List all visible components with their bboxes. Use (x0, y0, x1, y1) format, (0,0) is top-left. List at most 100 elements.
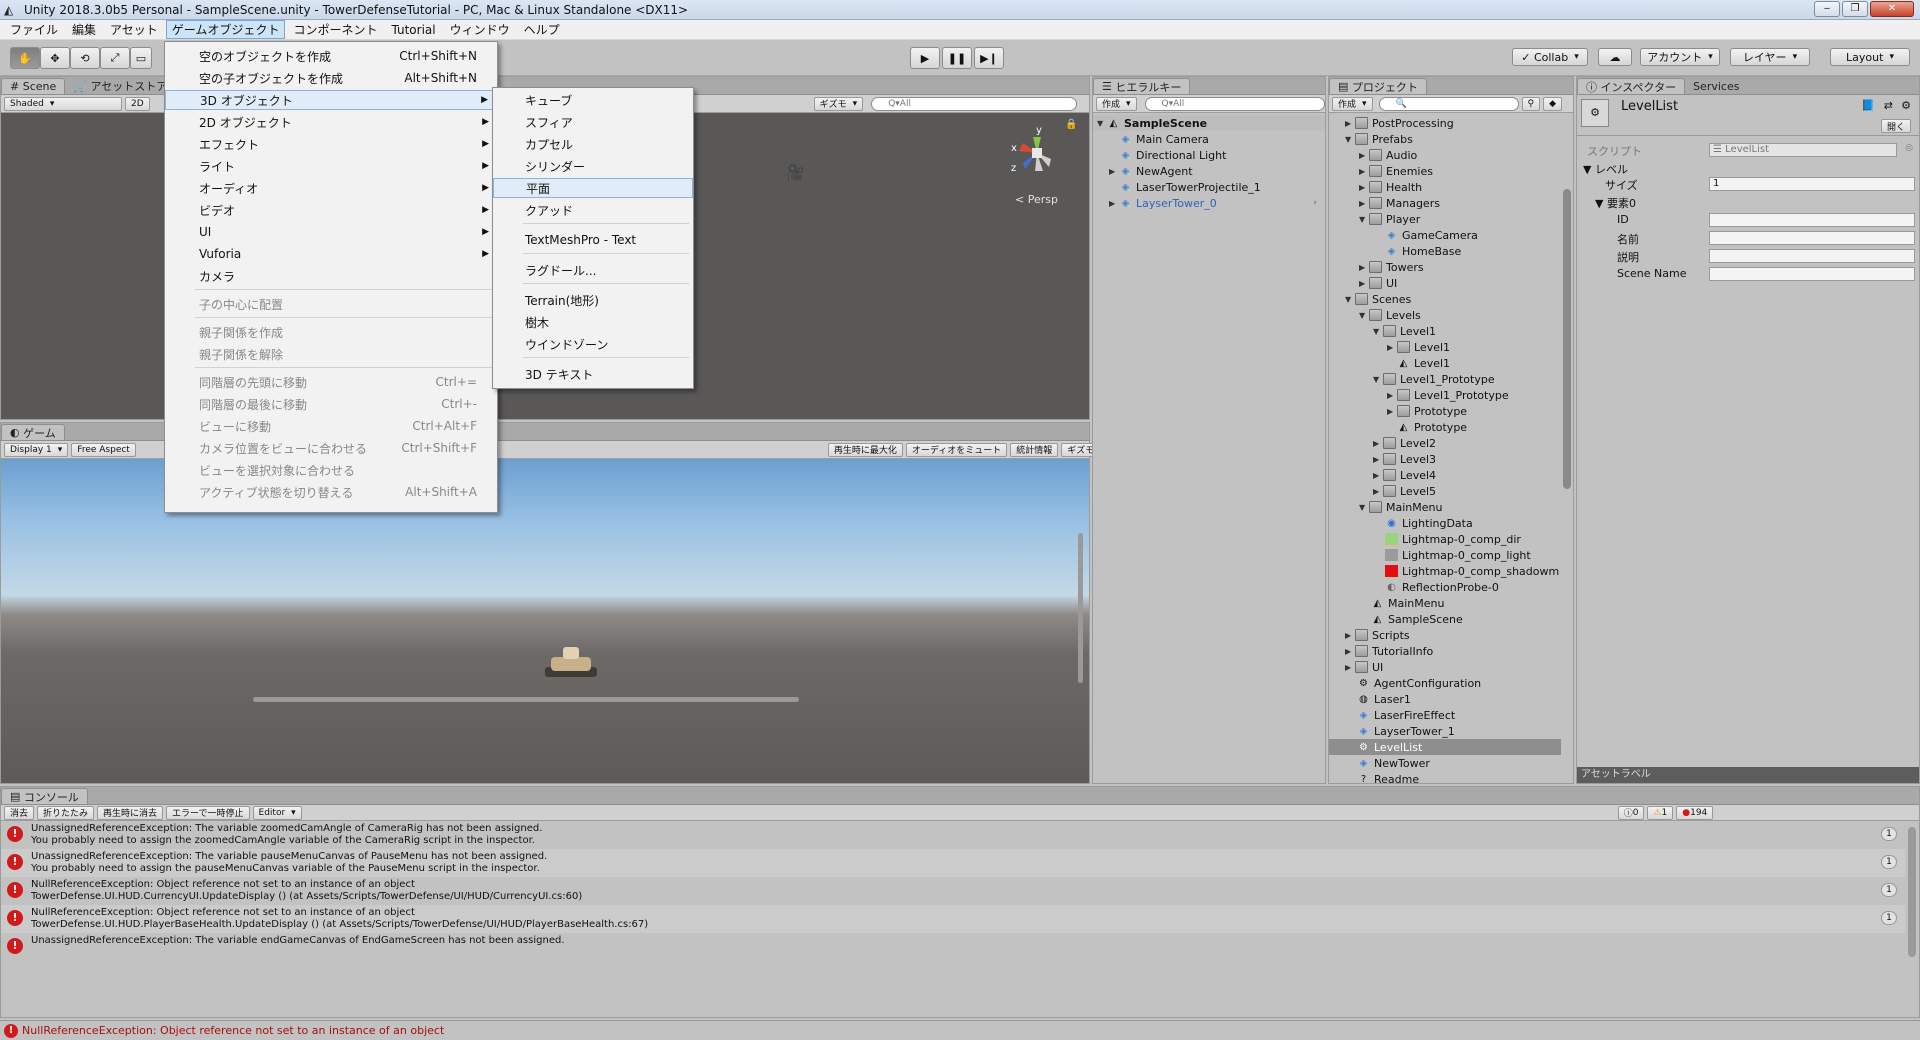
play-button[interactable]: ▶ (910, 47, 940, 69)
warning-count-toggle[interactable]: ⚠ 1 (1647, 805, 1674, 820)
gizmo-center-cube[interactable] (1032, 148, 1042, 158)
project-asset[interactable]: ⚙ AgentConfiguration (1329, 675, 1561, 691)
project-folder[interactable]: ▶ Managers (1329, 195, 1561, 211)
menu-item-ragdoll[interactable]: ラグドール... (493, 260, 693, 280)
collapse-toggle[interactable]: 折りたたみ (37, 805, 95, 820)
hierarchy-item[interactable]: ◈ Main Camera (1093, 131, 1325, 147)
project-asset[interactable]: ◭ SampleScene (1329, 611, 1561, 627)
collab-button[interactable]: ✓ Collab (1512, 48, 1588, 66)
expand-arrow-icon[interactable]: ▶ (1359, 199, 1369, 208)
chevron-right-icon[interactable]: › (1313, 198, 1317, 208)
tab-hierarchy[interactable]: ☰ ヒエラルキー (1093, 78, 1191, 94)
menu-item-camera[interactable]: カメラ (165, 266, 497, 286)
hierarchy-item[interactable]: ▶ ◈ NewAgent (1093, 163, 1325, 179)
minimize-button[interactable]: ‒ (1814, 1, 1840, 17)
menu-assets[interactable]: アセット (104, 20, 164, 39)
error-pause-toggle[interactable]: エラーで一時停止 (166, 805, 250, 820)
rect-tool-icon[interactable]: ▭ (130, 47, 152, 69)
menu-edit[interactable]: 編集 (66, 20, 102, 39)
expand-arrow-icon[interactable]: ▶ (1387, 391, 1397, 400)
project-folder[interactable]: ▶ UI (1329, 659, 1561, 675)
close-button[interactable]: ✕ (1870, 1, 1914, 17)
expand-arrow-icon[interactable]: ▶ (1359, 167, 1369, 176)
project-asset[interactable]: ◈ LayserTower_1 (1329, 723, 1561, 739)
project-folder[interactable]: ▶ Level4 (1329, 467, 1561, 483)
menu-item-video[interactable]: ビデオ ▶ (165, 200, 497, 220)
project-asset-selected[interactable]: ⚙ LevelList (1329, 739, 1561, 755)
project-asset[interactable]: ? Readme (1329, 771, 1561, 784)
expand-arrow-icon[interactable]: ▶ (1345, 631, 1355, 640)
project-folder[interactable]: ▼ Scenes (1329, 291, 1561, 307)
preset-icon[interactable]: ⇄ (1884, 99, 1893, 112)
rotate-tool-icon[interactable]: ⟲ (70, 47, 100, 69)
step-button[interactable]: ▶❙ (974, 47, 1004, 69)
menu-item-create-empty[interactable]: 空のオブジェクトを作成 Ctrl+Shift+N (165, 46, 497, 66)
hierarchy-search-input[interactable]: Q▾All (1144, 96, 1325, 111)
hierarchy-item[interactable]: ▶ ◈ LayserTower_0 › (1093, 195, 1325, 211)
menu-item-align-with-view[interactable]: カメラ位置をビューに合わせる Ctrl+Shift+F (165, 438, 497, 458)
open-button[interactable]: 開く (1880, 119, 1911, 133)
filter-label-icon[interactable]: ◆ (1543, 96, 1563, 111)
expand-arrow-icon[interactable]: ▶ (1373, 487, 1383, 496)
project-create-dropdown[interactable]: 作成 (1332, 96, 1373, 111)
menu-item-vuforia[interactable]: Vuforia ▶ (165, 244, 497, 264)
expand-arrow-icon[interactable]: ▶ (1373, 471, 1383, 480)
project-asset[interactable]: ◈ HomeBase (1329, 243, 1561, 259)
object-picker-icon[interactable]: ◎ (1905, 143, 1913, 153)
menu-item-ui[interactable]: UI ▶ (165, 222, 497, 242)
maximize-on-play-toggle[interactable]: 再生時に最大化 (827, 442, 903, 457)
project-folder[interactable]: ▼ Player (1329, 211, 1561, 227)
hierarchy-create-dropdown[interactable]: 作成 (1096, 96, 1137, 111)
menu-item-create-empty-child[interactable]: 空の子オブジェクトを作成 Alt+Shift+N (165, 68, 497, 88)
project-scrollbar[interactable] (1563, 189, 1571, 489)
expand-arrow-icon[interactable]: ▶ (1345, 663, 1355, 672)
log-entry[interactable]: ! NullReferenceException: Object referenc… (1, 877, 1905, 905)
layers-dropdown[interactable]: レイヤー (1730, 48, 1810, 66)
menu-item-audio[interactable]: オーディオ ▶ (165, 178, 497, 198)
menu-item-2d-object[interactable]: 2D オブジェクト ▶ (165, 112, 497, 132)
expand-arrow-icon[interactable]: ▶ (1345, 119, 1355, 128)
project-folder[interactable]: ▶ Towers (1329, 259, 1561, 275)
menu-item-tree[interactable]: 樹木 (493, 312, 693, 332)
project-folder[interactable]: ▼ MainMenu (1329, 499, 1561, 515)
project-folder[interactable]: ▼ Level1_Prototype (1329, 371, 1561, 387)
hierarchy-item[interactable]: ◈ LaserTowerProjectile_1 (1093, 179, 1325, 195)
menu-item-cylinder[interactable]: シリンダー (493, 156, 693, 176)
menu-item-light[interactable]: ライト ▶ (165, 156, 497, 176)
tab-services[interactable]: Services (1685, 78, 1747, 94)
lock-icon[interactable]: 🔒 (1065, 119, 1077, 130)
log-entry[interactable]: ! NullReferenceException: Object referenc… (1, 905, 1905, 933)
scale-tool-icon[interactable]: ⤢ (100, 47, 130, 69)
clear-on-play-toggle[interactable]: 再生時に消去 (97, 805, 164, 820)
menu-item-plane[interactable]: 平面 (493, 178, 693, 198)
menu-tutorial[interactable]: Tutorial (385, 22, 441, 38)
expand-arrow-icon[interactable]: ▼ (1345, 135, 1355, 144)
menu-item-clear-parent[interactable]: 親子関係を解除 (165, 344, 497, 364)
expand-arrow-icon[interactable]: ▶ (1345, 647, 1355, 656)
status-bar[interactable]: ! NullReferenceException: Object referen… (0, 1020, 1920, 1040)
hand-tool-icon[interactable]: ✋ (10, 47, 40, 69)
expand-arrow-icon[interactable]: ▼ (1359, 311, 1369, 320)
expand-arrow-icon[interactable]: ▶ (1373, 455, 1383, 464)
perspective-label[interactable]: < Persp (1015, 193, 1058, 206)
filter-type-icon[interactable]: ⚲ (1521, 96, 1541, 111)
expand-arrow-icon[interactable]: ▶ (1359, 263, 1369, 272)
move-tool-icon[interactable]: ✥ (40, 47, 70, 69)
tab-inspector[interactable]: ⓘ インスペクター (1577, 78, 1686, 94)
menu-item-move-to-view[interactable]: ビューに移動 Ctrl+Alt+F (165, 416, 497, 436)
layout-dropdown[interactable]: Layout (1830, 48, 1910, 66)
info-count-toggle[interactable]: ⓘ 0 (1617, 805, 1645, 820)
project-asset[interactable]: ◭ Level1 (1329, 355, 1561, 371)
expand-arrow-icon[interactable]: ▶ (1387, 407, 1397, 416)
menu-item-cube[interactable]: キューブ (493, 90, 693, 110)
project-asset[interactable]: ◭ MainMenu (1329, 595, 1561, 611)
project-folder[interactable]: ▶ Level2 (1329, 435, 1561, 451)
stats-toggle[interactable]: 統計情報 (1010, 442, 1059, 457)
vertical-scrollbar[interactable] (1078, 533, 1083, 683)
menu-item-set-first-sibling[interactable]: 同階層の先頭に移動 Ctrl+= (165, 372, 497, 392)
expand-arrow-icon[interactable]: ▼ (1583, 163, 1595, 176)
tab-project[interactable]: ▤ プロジェクト (1329, 78, 1427, 94)
tab-scene[interactable]: # Scene (1, 78, 66, 94)
menu-item-make-parent[interactable]: 親子関係を作成 (165, 322, 497, 342)
expand-arrow-icon[interactable]: ▼ (1595, 197, 1607, 210)
